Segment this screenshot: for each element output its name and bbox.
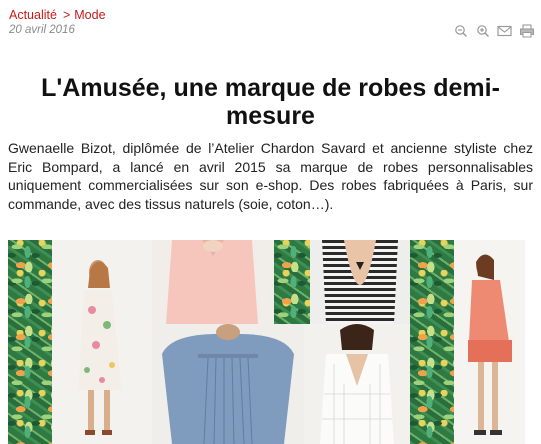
photo-striped-back: [310, 240, 410, 324]
print-button[interactable]: [518, 24, 535, 38]
photo-pink-dress-detail: [152, 240, 274, 324]
floral-dress-model-image: [78, 260, 122, 435]
article-header: Actualité > Mode 20 avril 2016: [9, 8, 535, 42]
photo-coral-dress: [454, 240, 525, 444]
article-photo-collage: [8, 240, 525, 444]
article-date: 20 avril 2016: [9, 24, 75, 36]
zoom-out-icon: [454, 25, 467, 37]
chambray-dress-back-image: [162, 324, 294, 444]
breadcrumb-separator: >: [62, 8, 71, 22]
zoom-in-button[interactable]: [474, 24, 491, 38]
photo-chambray-pleat-back: [152, 324, 304, 444]
zoom-in-icon: [476, 25, 489, 37]
zoom-out-button[interactable]: [452, 24, 469, 38]
email-button[interactable]: [496, 24, 513, 38]
article-title: L'Amusée, une marque de robes demi-mesur…: [41, 73, 500, 130]
coral-dress-model-image: [468, 254, 512, 435]
breadcrumb-item-actualite[interactable]: Actualité: [9, 8, 57, 22]
striped-dress-back-image: [322, 240, 398, 324]
email-icon: [497, 25, 512, 37]
jungle-print-strip-left: [8, 240, 52, 444]
pink-dress-image: [166, 240, 258, 324]
breadcrumb: Actualité > Mode: [9, 8, 106, 22]
white-dress-image: [320, 324, 394, 444]
photo-floral-dress: [52, 240, 152, 444]
breadcrumb-item-mode[interactable]: Mode: [74, 8, 105, 22]
print-icon: [519, 24, 534, 38]
jungle-print-strip-right: [410, 240, 454, 444]
article-tools: [452, 24, 535, 38]
article-lead: Gwenaelle Bizot, diplômée de l’Atelier C…: [8, 140, 533, 212]
jungle-print-panel-center: [274, 240, 310, 324]
photo-white-vneck-dress: [304, 324, 410, 444]
